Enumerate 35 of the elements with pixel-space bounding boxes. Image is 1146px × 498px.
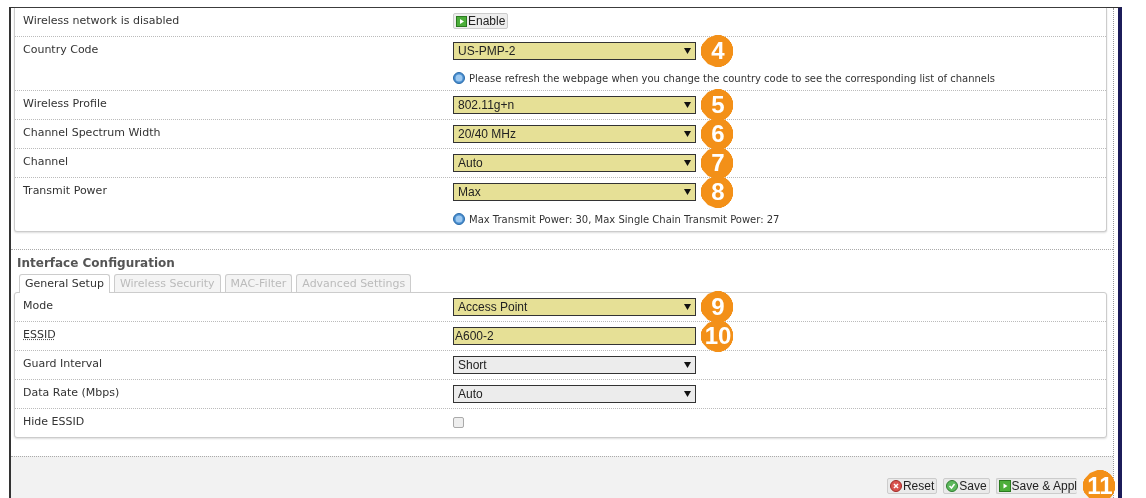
cancel-icon (889, 480, 902, 492)
field-label: Country Code (23, 42, 100, 58)
field-label: Transmit Power (23, 183, 108, 199)
caret-icon (684, 189, 691, 195)
enable-button[interactable]: Enable (453, 13, 509, 29)
caret-icon (684, 102, 691, 108)
caret-icon (684, 391, 691, 397)
reset-button[interactable]: Reset (886, 478, 938, 494)
info-icon (453, 213, 465, 225)
field-label: ESSID (23, 327, 57, 343)
caret-icon (684, 160, 691, 166)
check-icon (946, 480, 959, 492)
checkbox[interactable] (453, 417, 464, 428)
caret-icon (684, 131, 691, 137)
field-label: Channel Spectrum Width (23, 125, 162, 141)
play-icon (456, 15, 467, 27)
info-icon (453, 72, 465, 84)
field-label: Mode (23, 298, 54, 314)
tab[interactable]: General Setup (19, 274, 110, 293)
dropdown-select[interactable]: Short (453, 356, 696, 374)
caret-icon (684, 304, 691, 310)
field-label: Hide ESSID (23, 414, 86, 430)
section-title: Interface Configuration (16, 255, 176, 270)
dropdown-select[interactable]: Auto (453, 385, 696, 403)
field-label: Wireless network is disabled (23, 13, 181, 29)
caret-icon (684, 362, 691, 368)
save-button[interactable]: Save (943, 478, 990, 494)
field-label: Guard Interval (23, 356, 104, 372)
play-icon (998, 480, 1011, 492)
hint-text: Max Transmit Power: 30, Max Single Chain Transmit Power: 27 (469, 213, 780, 225)
caret-icon (684, 48, 691, 54)
field-label: Channel (23, 154, 70, 170)
field-label: Wireless Profile (23, 96, 108, 112)
hint-text: Please refresh the webpage when you change the country code to see the corresponding list of channels (469, 72, 995, 84)
field-label: Data Rate (Mbps) (23, 385, 121, 401)
